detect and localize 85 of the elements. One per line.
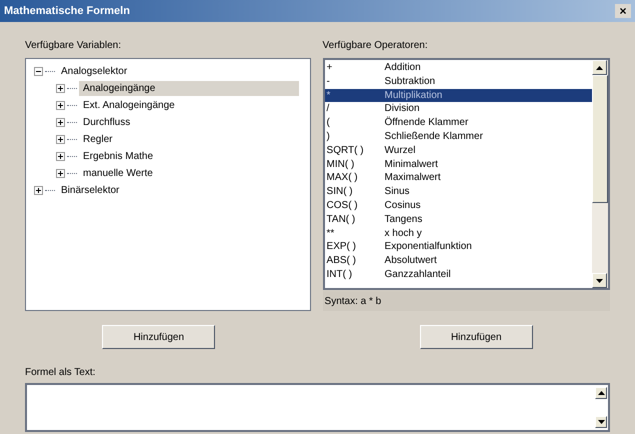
operator-symbol: * bbox=[326, 88, 332, 102]
expand-icon[interactable] bbox=[56, 152, 65, 161]
operator-name: Subtraktion bbox=[384, 74, 436, 89]
operators-label: Verfügbare Operatoren: bbox=[322, 39, 429, 53]
down-arrow-icon bbox=[598, 420, 604, 424]
operator-row[interactable]: ( Öffnende Klammer bbox=[324, 116, 592, 130]
operator-row[interactable]: * Multiplikation bbox=[324, 88, 592, 102]
tree-item[interactable]: Ergebnis Mathe bbox=[79, 149, 158, 164]
tree-item[interactable]: Analogselektor bbox=[57, 64, 132, 79]
expand-icon[interactable] bbox=[34, 186, 43, 195]
operator-symbol: INT( ) bbox=[326, 268, 354, 282]
scroll-down-button[interactable] bbox=[592, 273, 607, 288]
up-arrow-icon bbox=[598, 391, 604, 395]
operator-row[interactable]: EXP( ) Exponentialfunktion bbox=[324, 240, 592, 254]
expand-icon[interactable] bbox=[56, 84, 65, 93]
operator-symbol: - bbox=[326, 74, 331, 89]
operator-name: Schließende Klammer bbox=[384, 130, 483, 144]
operator-symbol: ABS( ) bbox=[326, 254, 357, 268]
operator-symbol: EXP( ) bbox=[326, 240, 357, 254]
formula-label: Formel als Text: bbox=[24, 366, 96, 380]
operator-name: Öffnende Klammer bbox=[384, 116, 468, 130]
operator-symbol: MIN( ) bbox=[326, 158, 356, 172]
operator-row[interactable]: MAX( ) Maximalwert bbox=[324, 171, 592, 186]
tree-item[interactable]: Analogeingänge bbox=[79, 81, 299, 96]
operator-symbol: / bbox=[326, 102, 330, 116]
operator-name: Maximalwert bbox=[384, 171, 441, 186]
operator-row[interactable]: SIN( ) Sinus bbox=[324, 185, 592, 199]
operator-name: Division bbox=[384, 102, 420, 116]
syntax-text: Syntax: a * b bbox=[324, 294, 382, 308]
operator-symbol: ) bbox=[326, 130, 331, 144]
scrollbar[interactable] bbox=[592, 60, 608, 288]
operator-name: Multiplikation bbox=[384, 88, 442, 102]
operator-symbol: SIN( ) bbox=[326, 185, 354, 199]
expand-icon[interactable] bbox=[56, 135, 65, 144]
up-arrow-icon bbox=[596, 66, 603, 70]
operator-symbol: MAX( ) bbox=[326, 171, 359, 186]
operator-name: Tangens bbox=[384, 212, 422, 227]
operator-symbol: + bbox=[326, 61, 334, 75]
tree-item[interactable]: Ext. Analogeingänge bbox=[79, 98, 179, 113]
operator-row[interactable]: SQRT( ) Wurzel bbox=[324, 144, 592, 158]
operator-row[interactable]: COS( ) Cosinus bbox=[324, 198, 592, 213]
variables-label: Verfügbare Variablen: bbox=[25, 39, 122, 53]
operator-row[interactable]: - Subtraktion bbox=[324, 74, 592, 89]
window-title: Mathematische Formeln bbox=[4, 4, 130, 19]
operator-row[interactable]: INT( ) Ganzzahlanteil bbox=[324, 268, 592, 282]
tree-item[interactable]: Binärselektor bbox=[57, 183, 124, 198]
operator-row[interactable]: TAN( ) Tangens bbox=[324, 212, 592, 227]
operator-symbol: COS( ) bbox=[326, 198, 359, 213]
operator-name: Sinus bbox=[384, 185, 410, 199]
add-button[interactable]: Hinzufügen bbox=[102, 325, 216, 349]
tree-item[interactable]: Regler bbox=[79, 132, 116, 147]
operator-name: Ganzzahlanteil bbox=[384, 268, 451, 282]
scroll-up-button[interactable] bbox=[595, 387, 607, 399]
add-button[interactable]: Hinzufügen bbox=[420, 325, 533, 349]
operator-symbol: ** bbox=[326, 226, 336, 240]
operator-row[interactable]: / Division bbox=[324, 102, 592, 116]
expand-icon[interactable] bbox=[56, 101, 65, 110]
operator-symbol: ( bbox=[326, 116, 331, 130]
operator-symbol: SQRT( ) bbox=[326, 144, 365, 158]
operator-row[interactable]: ** x hoch y bbox=[324, 226, 592, 240]
operator-row[interactable]: ABS( ) Absolutwert bbox=[324, 254, 592, 268]
expand-icon[interactable] bbox=[56, 118, 65, 127]
operator-name: Minimalwert bbox=[384, 158, 438, 172]
operator-row[interactable]: ) Schließende Klammer bbox=[324, 130, 592, 144]
operator-name: Addition bbox=[384, 61, 421, 75]
operator-name: Wurzel bbox=[384, 144, 416, 158]
operator-name: Cosinus bbox=[384, 198, 421, 213]
operator-name: x hoch y bbox=[384, 226, 422, 240]
collapse-icon[interactable] bbox=[34, 67, 43, 76]
down-arrow-icon bbox=[596, 278, 603, 282]
tree-item[interactable]: manuelle Werte bbox=[79, 166, 157, 181]
variables-tree[interactable]: Analogselektor Analogeingänge Ext. Analogeingänge Durchfluss Regler Ergebnis Mathe manuelle Werte Binärselektor bbox=[25, 58, 311, 311]
tree-item[interactable]: Durchfluss bbox=[79, 115, 134, 130]
operator-name: Exponentialfunktion bbox=[384, 240, 472, 254]
operator-row[interactable]: + Addition bbox=[324, 61, 592, 75]
scroll-up-button[interactable] bbox=[592, 60, 607, 75]
close-button[interactable]: × bbox=[615, 4, 631, 18]
scroll-down-button[interactable] bbox=[595, 416, 607, 428]
formula-field[interactable] bbox=[25, 383, 610, 432]
operator-row[interactable]: MIN( ) Minimalwert bbox=[324, 158, 592, 172]
scroll-thumb[interactable] bbox=[592, 75, 608, 203]
expand-icon[interactable] bbox=[56, 169, 65, 178]
operator-symbol: TAN( ) bbox=[326, 212, 356, 227]
operators-list[interactable] bbox=[322, 58, 610, 290]
operator-name: Absolutwert bbox=[384, 254, 437, 268]
